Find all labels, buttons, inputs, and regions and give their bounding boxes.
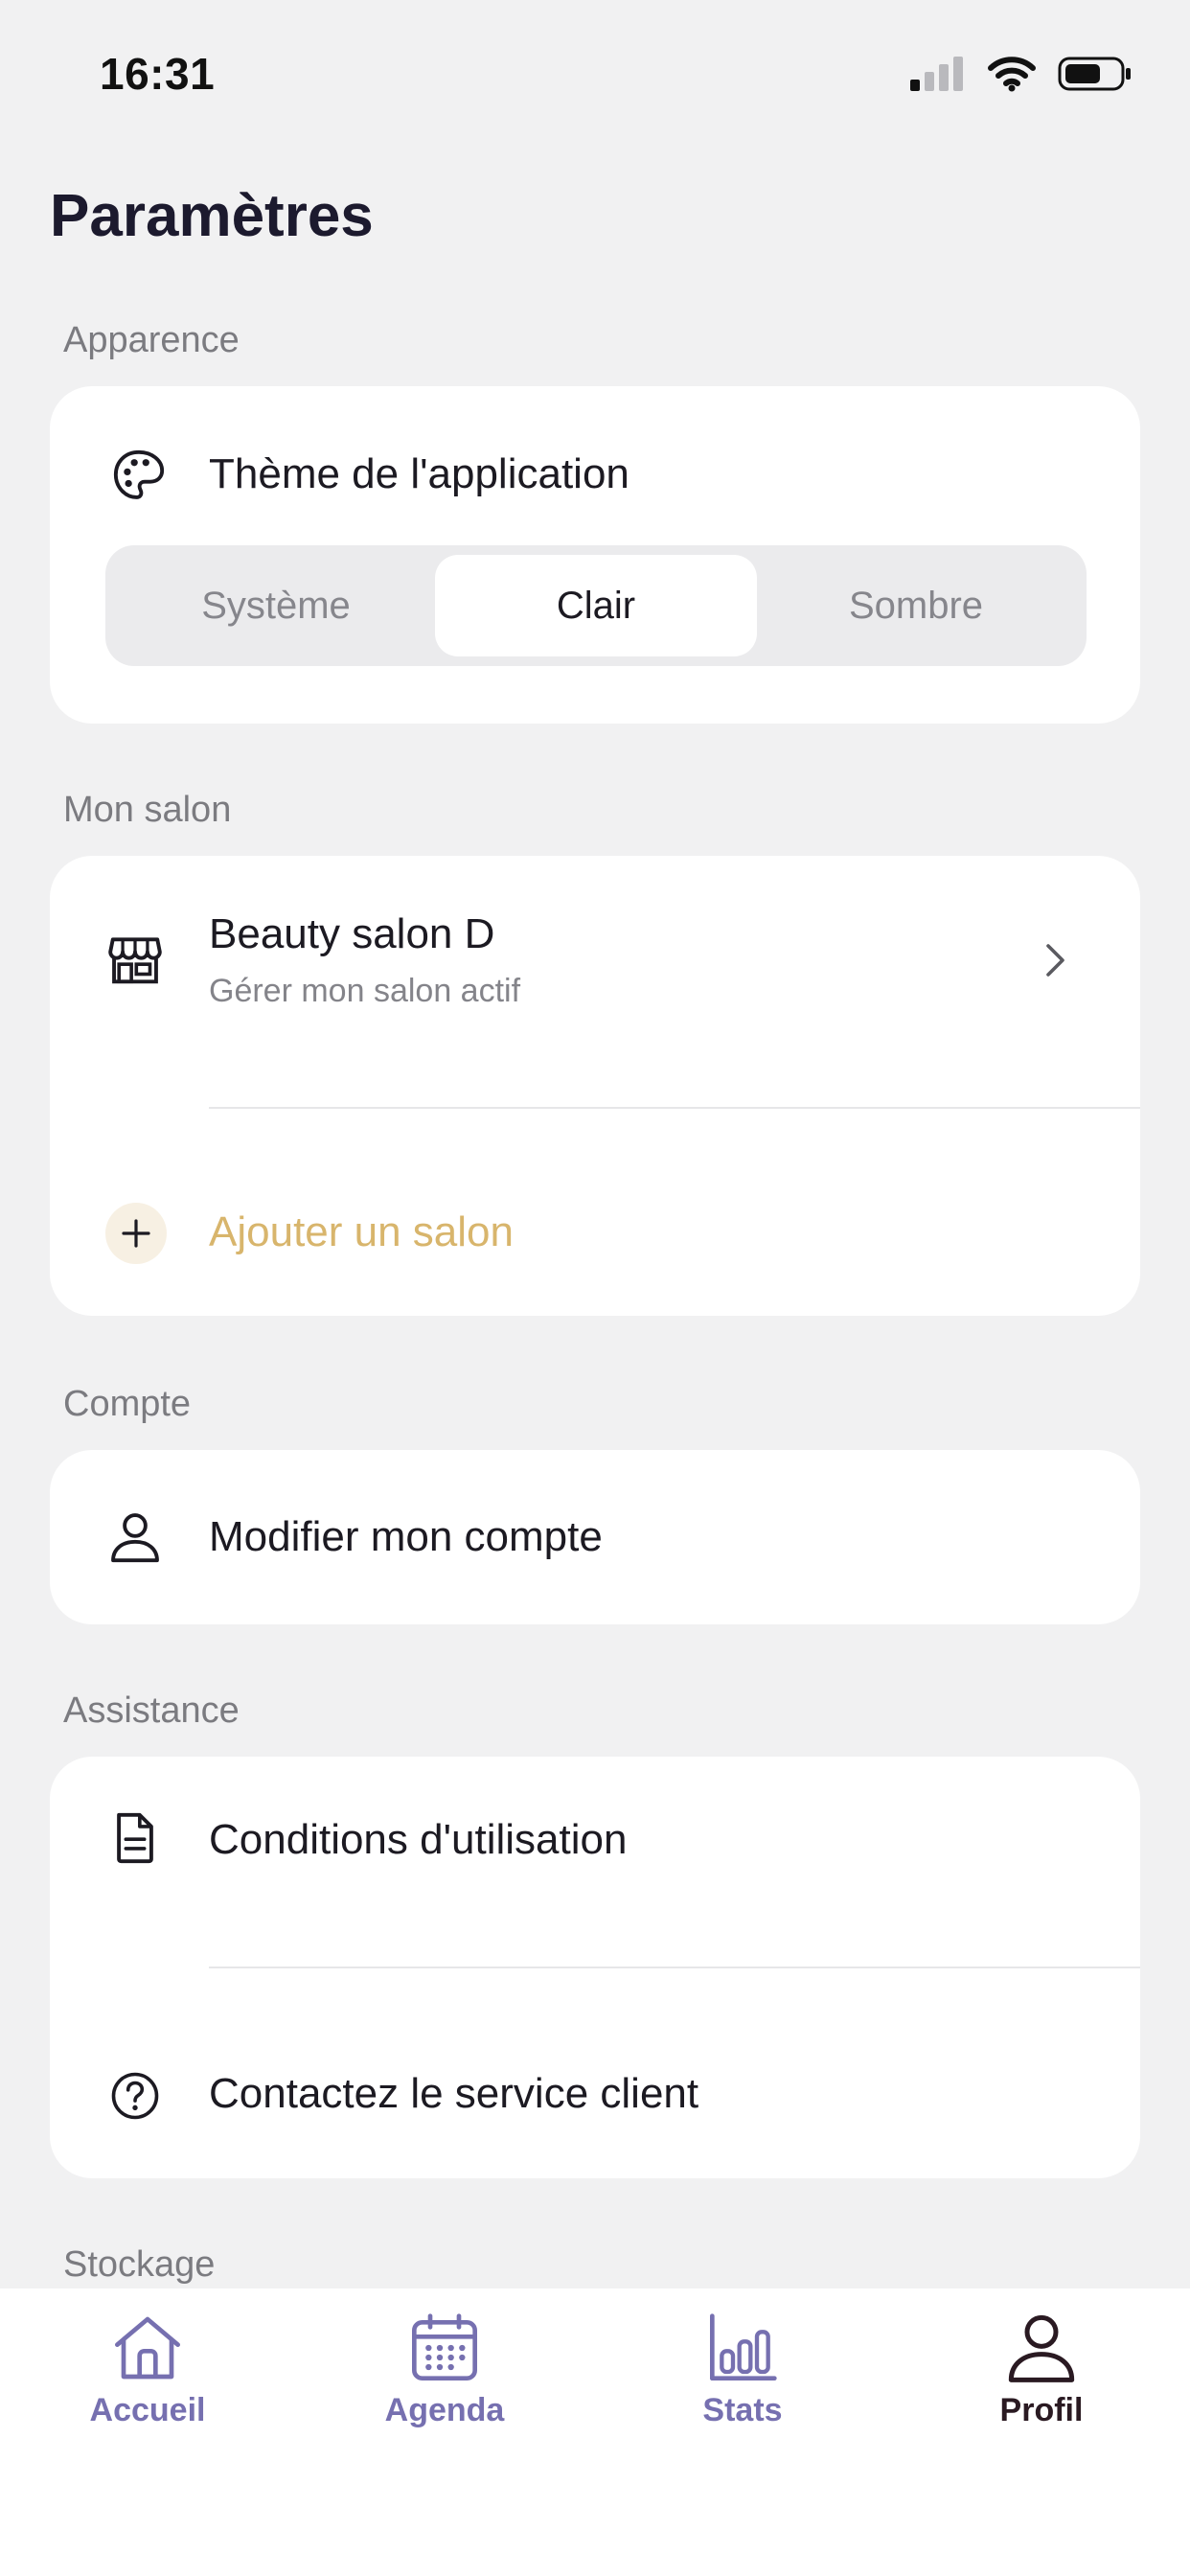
theme-option-light[interactable]: Clair [435,555,757,656]
account-card: Modifier mon compte [50,1450,1140,1624]
terms-row[interactable]: Conditions d'utilisation [50,1757,1140,1966]
page-title: Paramètres [50,183,374,249]
section-label-account: Compte [63,1384,192,1424]
tab-home[interactable]: Accueil [52,2310,243,2444]
settings-screen: 16:31 Paramètres Apparence Thème de l'ap… [0,0,1190,2576]
tab-agenda[interactable]: Agenda [349,2310,540,2444]
terms-label: Conditions d'utilisation [209,1816,628,1863]
document-icon [102,1805,169,1872]
chevron-right-icon [1037,941,1075,979]
theme-option-system[interactable]: Système [115,555,437,656]
edit-account-label: Modifier mon compte [209,1513,603,1560]
theme-option-dark[interactable]: Sombre [755,555,1077,656]
cellular-signal-icon [910,57,963,91]
theme-label: Thème de l'application [209,450,629,497]
contact-support-label: Contactez le service client [209,2070,699,2117]
theme-segmented-control: Système Clair Sombre [105,545,1087,666]
section-label-storage: Stockage [63,2244,216,2285]
edit-account-row[interactable]: Modifier mon compte [50,1450,1140,1624]
salon-card: Beauty salon D Gérer mon salon actif Ajo… [50,856,1140,1316]
contact-support-row[interactable]: Contactez le service client [50,1968,1140,2178]
section-label-appearance: Apparence [63,320,240,360]
appearance-card: Thème de l'application Système Clair Som… [50,386,1140,724]
salon-name: Beauty salon D [209,910,495,957]
bottom-tab-bar: Accueil Agenda Stats Profil [0,2288,1190,2576]
active-salon-row[interactable]: Beauty salon D Gérer mon salon actif [50,856,1140,1107]
support-card: Conditions d'utilisation Contactez le se… [50,1757,1140,2178]
tab-profile[interactable]: Profil [946,2310,1137,2444]
status-time: 16:31 [100,49,216,99]
section-label-support: Assistance [63,1690,240,1731]
bar-chart-icon [710,2313,777,2380]
plus-icon [105,1203,167,1264]
tab-home-label: Accueil [89,2392,206,2428]
add-salon-label: Ajouter un salon [209,1208,514,1255]
tab-profile-label: Profil [999,2392,1084,2428]
salon-subtitle: Gérer mon salon actif [209,973,521,1009]
tab-agenda-label: Agenda [384,2392,505,2428]
add-salon-row[interactable]: Ajouter un salon [50,1109,1140,1316]
tab-stats[interactable]: Stats [647,2310,838,2444]
wifi-icon [988,57,1036,92]
battery-icon [1058,57,1131,91]
user-icon [102,1504,169,1571]
home-icon [115,2316,181,2380]
status-bar: 16:31 [0,0,1190,153]
user-icon [1008,2314,1075,2382]
storefront-icon [102,926,169,993]
help-circle-icon [102,2062,169,2129]
calendar-icon [412,2313,477,2380]
status-icons [910,56,1133,92]
section-label-salon: Mon salon [63,790,232,830]
palette-icon [105,442,172,509]
tab-stats-label: Stats [702,2392,783,2428]
